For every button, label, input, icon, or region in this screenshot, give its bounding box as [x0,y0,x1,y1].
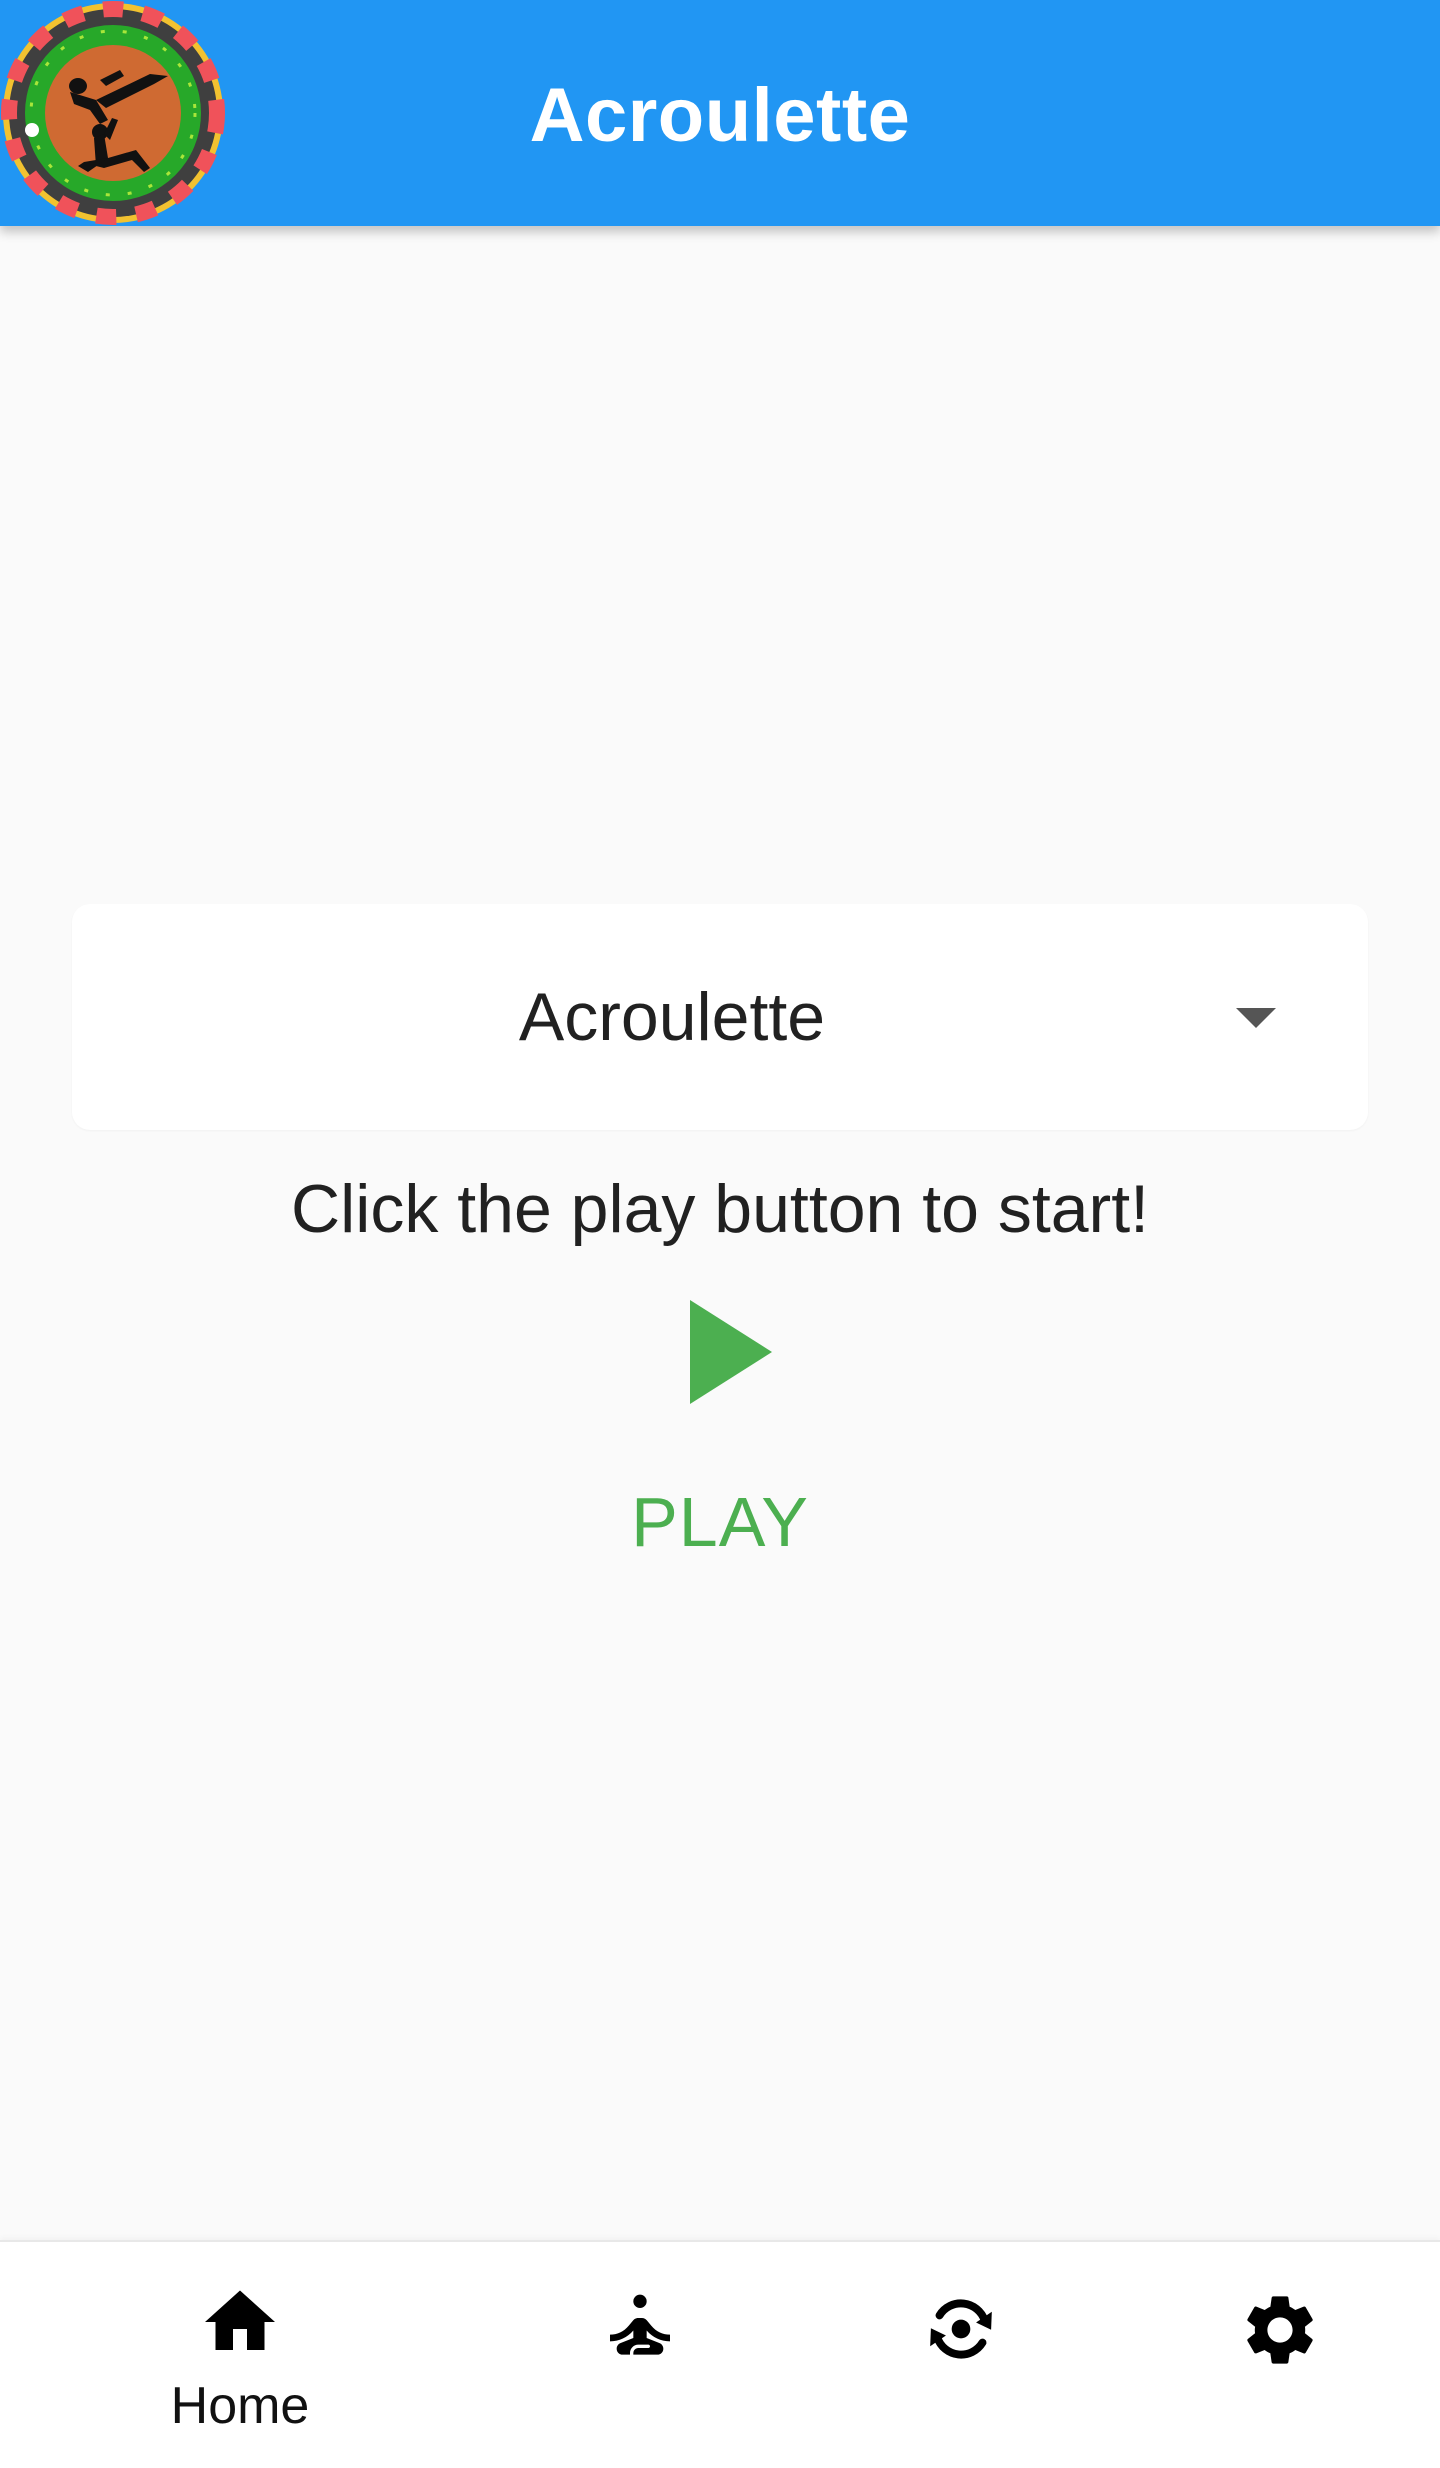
dropdown-arrow-icon[interactable] [1236,1008,1276,1028]
nav-item-camera[interactable] [800,2242,1120,2468]
nav-item-poses[interactable] [480,2242,800,2468]
nav-item-settings[interactable] [1120,2242,1440,2468]
nav-item-home[interactable]: Home [80,2242,400,2468]
home-icon [205,2290,275,2350]
yoga-pose-icon [610,2294,670,2355]
play-label[interactable]: PLAY [0,1482,1440,1562]
flow-dropdown[interactable]: Acroulette [72,904,1368,1130]
app-title: Acroulette [529,73,911,158]
bottom-navigation: Home [0,2240,1440,2468]
app-bar: Acroulette [0,0,1440,226]
dropdown-selected-value: Acroulette [518,979,826,1055]
gear-icon [1247,2296,1313,2364]
instruction-text: Click the play button to start! [291,1171,1149,1247]
nav-item-label: Home [170,2377,310,2435]
play-icon[interactable] [690,1300,772,1404]
camera-switch-icon [930,2299,992,2359]
